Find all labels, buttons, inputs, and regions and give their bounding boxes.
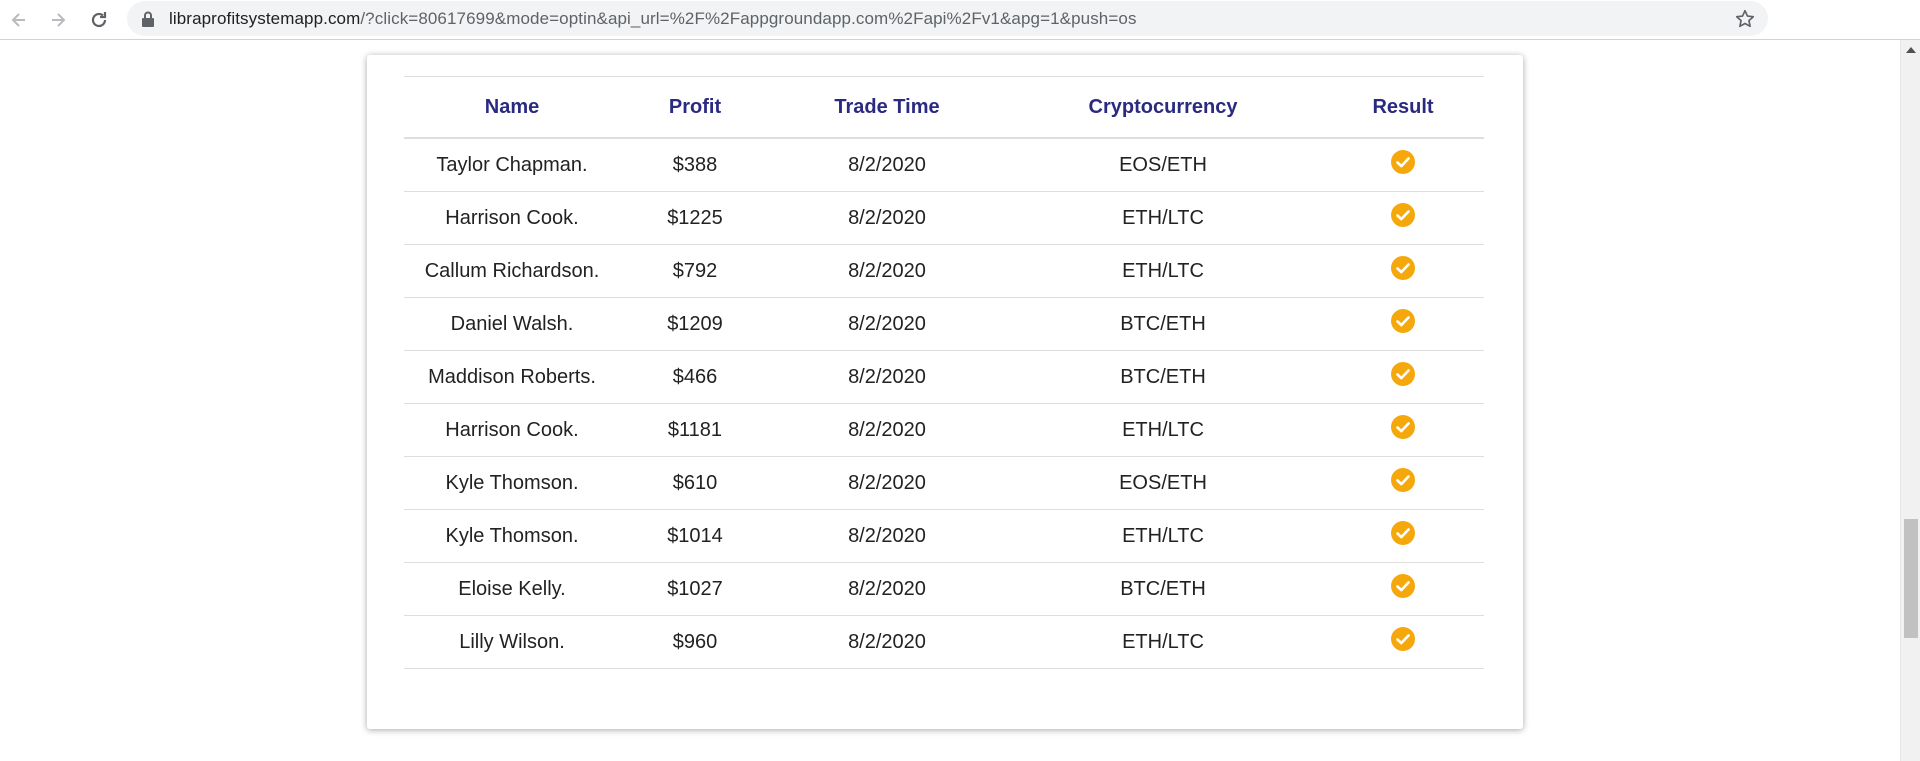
check-circle-icon — [1390, 202, 1416, 234]
table-row: Daniel Walsh. $1209 8/2/2020 BTC/ETH — [404, 297, 1484, 351]
vertical-scrollbar[interactable] — [1900, 40, 1920, 761]
forward-arrow-icon — [48, 10, 68, 30]
cell-profit: $610 — [620, 456, 770, 510]
cell-profit: $466 — [620, 350, 770, 404]
cell-trade-time: 8/2/2020 — [770, 350, 1004, 404]
cell-profit: $1027 — [620, 562, 770, 616]
cell-cryptocurrency: ETH/LTC — [1004, 509, 1322, 563]
table-row: Maddison Roberts. $466 8/2/2020 BTC/ETH — [404, 350, 1484, 404]
cell-cryptocurrency: ETH/LTC — [1004, 615, 1322, 669]
cell-trade-time: 8/2/2020 — [770, 191, 1004, 245]
cell-name: Daniel Walsh. — [404, 297, 620, 351]
cell-profit: $960 — [620, 615, 770, 669]
check-circle-icon — [1390, 520, 1416, 552]
cell-profit: $1181 — [620, 403, 770, 457]
header-result: Result — [1322, 76, 1484, 139]
cell-cryptocurrency: ETH/LTC — [1004, 244, 1322, 298]
cell-name: Harrison Cook. — [404, 403, 620, 457]
cell-result — [1322, 403, 1484, 457]
check-circle-icon — [1390, 626, 1416, 658]
cell-trade-time: 8/2/2020 — [770, 456, 1004, 510]
cell-result — [1322, 562, 1484, 616]
table-row: Taylor Chapman. $388 8/2/2020 EOS/ETH — [404, 138, 1484, 192]
table-row: Eloise Kelly. $1027 8/2/2020 BTC/ETH — [404, 562, 1484, 616]
cell-cryptocurrency: BTC/ETH — [1004, 562, 1322, 616]
back-arrow-icon — [9, 10, 29, 30]
cell-name: Lilly Wilson. — [404, 615, 620, 669]
cell-result — [1322, 456, 1484, 510]
cell-trade-time: 8/2/2020 — [770, 509, 1004, 563]
cell-cryptocurrency: ETH/LTC — [1004, 191, 1322, 245]
cell-result — [1322, 244, 1484, 298]
header-name: Name — [404, 76, 620, 139]
cell-cryptocurrency: EOS/ETH — [1004, 456, 1322, 510]
cell-result — [1322, 350, 1484, 404]
scroll-thumb[interactable] — [1904, 519, 1918, 638]
cell-profit: $388 — [620, 138, 770, 192]
check-circle-icon — [1390, 255, 1416, 287]
check-circle-icon — [1390, 361, 1416, 393]
cell-cryptocurrency: BTC/ETH — [1004, 350, 1322, 404]
reload-icon — [88, 9, 110, 31]
url-path: /?click=80617699&mode=optin&api_url=%2F%… — [360, 9, 1137, 28]
table-body: Taylor Chapman. $388 8/2/2020 EOS/ETH Harris… — [404, 138, 1484, 669]
trades-card: Name Profit Trade Time Cryptocurrency Re… — [367, 55, 1523, 729]
cell-result — [1322, 297, 1484, 351]
cell-trade-time: 8/2/2020 — [770, 403, 1004, 457]
header-profit: Profit — [620, 76, 770, 139]
header-trade-time: Trade Time — [770, 76, 1004, 139]
header-cryptocurrency: Cryptocurrency — [1004, 76, 1322, 139]
cell-result — [1322, 509, 1484, 563]
cell-name: Callum Richardson. — [404, 244, 620, 298]
reload-button[interactable] — [85, 6, 113, 34]
cell-name: Maddison Roberts. — [404, 350, 620, 404]
cell-trade-time: 8/2/2020 — [770, 297, 1004, 351]
trades-table: Name Profit Trade Time Cryptocurrency Re… — [404, 76, 1484, 669]
cell-profit: $1225 — [620, 191, 770, 245]
cell-profit: $1014 — [620, 509, 770, 563]
table-row: Kyle Thomson. $610 8/2/2020 EOS/ETH — [404, 456, 1484, 510]
table-row: Kyle Thomson. $1014 8/2/2020 ETH/LTC — [404, 509, 1484, 563]
cell-name: Harrison Cook. — [404, 191, 620, 245]
back-button[interactable] — [5, 6, 33, 34]
table-row: Callum Richardson. $792 8/2/2020 ETH/LTC — [404, 244, 1484, 298]
table-header-row: Name Profit Trade Time Cryptocurrency Re… — [404, 76, 1484, 139]
url-text[interactable]: libraprofitsystemapp.com/?click=80617699… — [169, 9, 1137, 29]
cell-name: Kyle Thomson. — [404, 456, 620, 510]
scroll-up-arrow-icon[interactable] — [1906, 47, 1916, 53]
lock-icon[interactable] — [141, 11, 155, 32]
cell-profit: $792 — [620, 244, 770, 298]
check-circle-icon — [1390, 149, 1416, 181]
cell-result — [1322, 191, 1484, 245]
cell-trade-time: 8/2/2020 — [770, 615, 1004, 669]
check-circle-icon — [1390, 414, 1416, 446]
check-circle-icon — [1390, 573, 1416, 605]
table-row: Lilly Wilson. $960 8/2/2020 ETH/LTC — [404, 615, 1484, 669]
table-row: Harrison Cook. $1225 8/2/2020 ETH/LTC — [404, 191, 1484, 245]
cell-trade-time: 8/2/2020 — [770, 562, 1004, 616]
cell-cryptocurrency: BTC/ETH — [1004, 297, 1322, 351]
url-host: libraprofitsystemapp.com — [169, 9, 361, 28]
cell-name: Kyle Thomson. — [404, 509, 620, 563]
cell-name: Eloise Kelly. — [404, 562, 620, 616]
page-viewport: Name Profit Trade Time Cryptocurrency Re… — [0, 40, 1900, 761]
star-icon[interactable] — [1734, 8, 1756, 35]
cell-name: Taylor Chapman. — [404, 138, 620, 192]
forward-button[interactable] — [44, 6, 72, 34]
cell-cryptocurrency: ETH/LTC — [1004, 403, 1322, 457]
check-circle-icon — [1390, 467, 1416, 499]
browser-toolbar: libraprofitsystemapp.com/?click=80617699… — [0, 0, 1920, 40]
cell-cryptocurrency: EOS/ETH — [1004, 138, 1322, 192]
table-row: Harrison Cook. $1181 8/2/2020 ETH/LTC — [404, 403, 1484, 457]
cell-result — [1322, 138, 1484, 192]
cell-result — [1322, 615, 1484, 669]
cell-profit: $1209 — [620, 297, 770, 351]
cell-trade-time: 8/2/2020 — [770, 138, 1004, 192]
check-circle-icon — [1390, 308, 1416, 340]
address-bar[interactable]: libraprofitsystemapp.com/?click=80617699… — [127, 1, 1768, 36]
cell-trade-time: 8/2/2020 — [770, 244, 1004, 298]
